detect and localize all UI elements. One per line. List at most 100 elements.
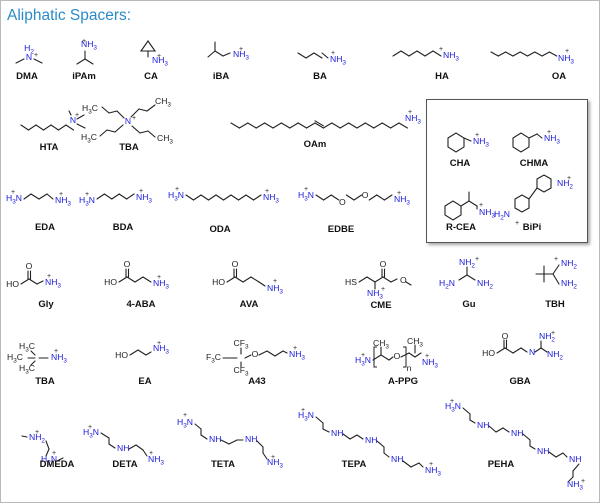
mol-iba: NH3 + <box>207 41 249 61</box>
svg-text:HO: HO <box>212 277 225 287</box>
svg-text:NH: NH <box>391 454 403 464</box>
mol-tbh: NH2 +NH2 <box>535 256 577 290</box>
mol-tba-tetrabutyl: N +H3 CCH3 H3 C CH3 <box>81 96 173 145</box>
svg-text:+: + <box>54 348 58 355</box>
svg-text:NH3: NH3 <box>153 278 169 290</box>
svg-text:O: O <box>124 259 131 269</box>
label-gba: GBA <box>509 376 531 387</box>
svg-text:+: + <box>85 191 89 198</box>
mol-chma: NH3 + <box>512 129 560 153</box>
svg-text:H2 N: H2 N <box>494 209 510 221</box>
label-tba2: TBA <box>35 376 55 387</box>
svg-text:+: + <box>183 412 187 419</box>
label-ha: HA <box>435 71 449 82</box>
mol-gu: NH2 +H2 N NH2 <box>439 256 493 290</box>
svg-text:H3 C: H3 C <box>81 132 97 144</box>
label-teta: TETA <box>210 459 236 470</box>
label-oda: ODA <box>209 224 231 235</box>
label-deta: DETA <box>112 459 138 470</box>
svg-text:+: + <box>271 454 275 461</box>
mol-ha: NH3 + <box>392 46 459 62</box>
svg-text:NH: NH <box>569 454 581 464</box>
svg-text:+: + <box>239 46 243 53</box>
svg-text:O: O <box>380 259 387 269</box>
svg-text:NH3: NH3 <box>425 465 441 477</box>
label-ca: CA <box>144 71 158 82</box>
svg-text:+: + <box>52 450 56 457</box>
mol-ava: HO O NH3 + <box>212 259 283 295</box>
svg-text:O: O <box>232 259 239 269</box>
svg-text:+: + <box>567 175 571 182</box>
svg-text:+: + <box>82 38 86 45</box>
label-appg: A-PPG <box>387 376 419 387</box>
svg-text:H3 N: H3 N <box>177 417 193 429</box>
label-hta: HTA <box>39 142 59 153</box>
mol-a43: CF3 F3 CCF3 O NH3 + <box>206 338 305 377</box>
svg-text:NH3: NH3 <box>267 283 283 295</box>
svg-text:F3 C: F3 C <box>206 352 221 364</box>
svg-text:+: + <box>88 424 92 431</box>
mol-ba: NH3 + <box>297 50 346 66</box>
label-edbe: EDBE <box>327 224 355 235</box>
svg-text:NH3: NH3 <box>289 349 305 361</box>
label-aba4: 4-ABA <box>126 299 156 310</box>
label-cha: CHA <box>449 158 471 169</box>
svg-text:HO: HO <box>6 279 19 289</box>
label-ava: AVA <box>239 299 259 310</box>
mol-ipam: NH3 + <box>76 38 97 65</box>
svg-text:NH3: NH3 <box>267 457 283 469</box>
svg-text:+: + <box>408 109 412 116</box>
mol-peha: H3 N+NHNHNHNHNH3 + <box>445 398 585 491</box>
svg-text:+: + <box>157 340 161 347</box>
svg-text:N: N <box>26 52 32 62</box>
svg-text:N: N <box>529 347 535 357</box>
label-bda: BDA <box>112 222 134 233</box>
svg-text:+: + <box>554 256 558 263</box>
svg-text:NH: NH <box>537 446 549 456</box>
label-bipi: BiPi <box>522 222 542 233</box>
mol-tba-tertbutyl: H3 CH3 CH3 CNH3 + <box>7 341 67 375</box>
svg-text:+: + <box>175 186 179 193</box>
svg-text:+: + <box>149 450 153 457</box>
label-gly: Gly <box>38 299 54 310</box>
svg-text:O: O <box>252 349 259 359</box>
svg-text:CH3: CH3 <box>157 133 173 145</box>
label-a43: A43 <box>248 376 266 387</box>
label-chma: CHMA <box>519 158 549 169</box>
label-ea: EA <box>138 376 152 387</box>
svg-text:NH3: NH3 <box>443 50 459 62</box>
svg-text:NH: NH <box>477 420 489 430</box>
svg-text:HS: HS <box>345 277 357 287</box>
svg-text:NH2: NH2 <box>547 349 563 361</box>
mol-cme: HSOONH3 + <box>345 259 412 300</box>
mol-edbe: H3 N+OO NH3 + <box>298 186 410 207</box>
figure-canvas: Aliphatic Spacers: H2 N + NH3 + NH3 + NH3 + N… <box>0 0 600 503</box>
label-tepa: TEPA <box>341 459 367 470</box>
mol-oda: H3 N+NH3 + <box>168 186 279 204</box>
svg-text:CH3: CH3 <box>155 96 171 108</box>
svg-text:+: + <box>425 353 429 360</box>
mol-r-cea: NH3 + <box>444 191 495 221</box>
svg-text:HO: HO <box>482 348 495 358</box>
svg-text:O: O <box>400 275 407 285</box>
mol-4-aba: HO O NH3 + <box>104 259 169 290</box>
svg-text:NH: NH <box>209 434 221 444</box>
mol-bipi: NH2 +H2 N+ <box>494 174 573 227</box>
svg-text:NH2: NH2 <box>561 278 577 290</box>
svg-text:+: + <box>397 190 401 197</box>
svg-text:H3 C: H3 C <box>82 103 98 115</box>
svg-text:+: + <box>331 50 335 57</box>
svg-text:+: + <box>273 278 277 285</box>
svg-text:+: + <box>565 48 569 55</box>
svg-text:O: O <box>339 197 346 207</box>
svg-text:+: + <box>139 188 143 195</box>
svg-text:+: + <box>479 202 483 209</box>
mol-a-ppg: H3 N+CH3 OCH3 nNH3 + <box>355 336 438 373</box>
svg-text:+: + <box>475 132 479 139</box>
label-tbh: TBH <box>545 299 565 310</box>
svg-text:+: + <box>450 398 454 405</box>
svg-text:O: O <box>394 351 401 361</box>
svg-text:HO: HO <box>104 277 117 287</box>
svg-text:n: n <box>407 363 412 373</box>
svg-text:NH: NH <box>365 435 377 445</box>
